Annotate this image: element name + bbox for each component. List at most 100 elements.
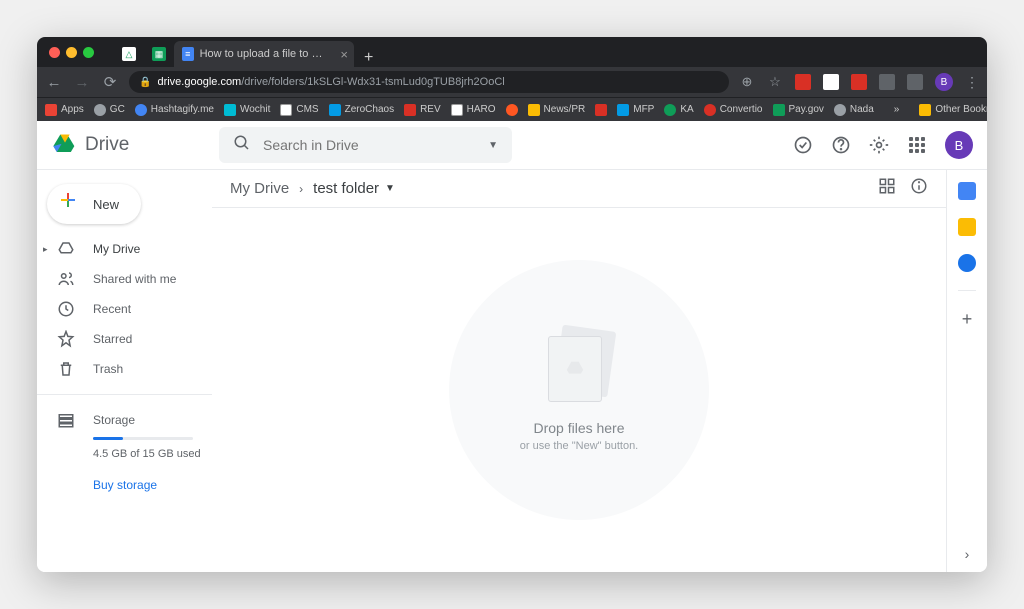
bookmark-haro[interactable]: HARO xyxy=(451,104,496,116)
add-addon-icon[interactable]: + xyxy=(962,309,973,330)
expand-arrow-icon[interactable]: ▸ xyxy=(43,244,48,255)
new-button[interactable]: New xyxy=(47,184,141,224)
calendar-icon[interactable] xyxy=(958,182,976,200)
omnibox[interactable]: 🔒 drive.google.com/drive/folders/1kSLGl-… xyxy=(129,71,729,93)
storage-bar xyxy=(93,437,193,440)
install-icon[interactable]: ⊕ xyxy=(739,74,755,90)
trash-icon xyxy=(57,360,75,378)
search-options-icon[interactable]: ▼ xyxy=(488,140,498,151)
drive-logo-text: Drive xyxy=(85,134,129,156)
side-panel: + › xyxy=(947,170,987,572)
empty-folder-area[interactable]: Drop files here or use the "New" button. xyxy=(212,208,946,572)
bookmark-wochit[interactable]: Wochit xyxy=(224,104,270,116)
nav-shared[interactable]: Shared with me xyxy=(37,264,212,294)
profile-avatar[interactable]: B xyxy=(935,73,953,91)
bookmark-hashtagify[interactable]: Hashtagify.me xyxy=(135,104,214,116)
keep-icon[interactable] xyxy=(958,218,976,236)
buy-storage-link[interactable]: Buy storage xyxy=(93,478,212,492)
search-input[interactable] xyxy=(263,137,476,153)
extension-2-icon[interactable] xyxy=(823,74,839,90)
bookmark-star-icon[interactable]: ☆ xyxy=(767,74,783,90)
window-close-button[interactable] xyxy=(49,47,60,58)
main-area: My Drive › test folder▼ Drop files xyxy=(212,170,947,572)
other-bookmarks[interactable]: Other Bookmarks xyxy=(919,104,987,116)
ready-offline-icon[interactable] xyxy=(793,135,813,155)
bookmark-nada[interactable]: Nada xyxy=(834,104,874,116)
tab-2-active[interactable]: ≡ How to upload a file to Google D × xyxy=(174,41,354,67)
bookmark-newspr[interactable]: News/PR xyxy=(528,104,586,116)
sheets-favicon: ▦ xyxy=(152,47,166,61)
chevron-right-icon: › xyxy=(299,182,303,196)
address-bar: ← → ⟳ 🔒 drive.google.com/drive/folders/1… xyxy=(37,67,987,97)
lock-icon: 🔒 xyxy=(139,77,151,88)
docs-favicon: ≡ xyxy=(182,47,194,61)
bookmark-rev[interactable]: REV xyxy=(404,104,441,116)
tab-close-icon[interactable]: × xyxy=(340,47,348,62)
sidebar-divider xyxy=(37,394,212,395)
favicon-icon xyxy=(451,104,463,116)
extension-1-icon[interactable] xyxy=(795,74,811,90)
favicon-icon xyxy=(773,104,785,116)
bookmark-ka[interactable]: KA xyxy=(664,104,693,116)
browser-window: △ ▦ ≡ How to upload a file to Google D ×… xyxy=(37,37,987,572)
tasks-icon[interactable] xyxy=(958,254,976,272)
bookmark-cms[interactable]: CMS xyxy=(280,104,318,116)
toolbar-right: ⊕ ☆ B ⋮ xyxy=(739,73,979,91)
info-icon[interactable] xyxy=(910,177,928,200)
bookmark-zerochaos[interactable]: ZeroChaos xyxy=(329,104,394,116)
help-icon[interactable] xyxy=(831,135,851,155)
nav-storage[interactable]: Storage xyxy=(57,405,212,435)
forward-button[interactable]: → xyxy=(73,74,91,91)
new-tab-button[interactable]: + xyxy=(354,49,383,67)
nav-starred[interactable]: Starred xyxy=(37,324,212,354)
favicon-icon xyxy=(135,104,147,116)
nav-my-drive[interactable]: ▸ My Drive xyxy=(37,234,212,264)
reload-button[interactable]: ⟳ xyxy=(101,73,119,91)
url-text: drive.google.com/drive/folders/1kSLGl-Wd… xyxy=(157,76,719,88)
bookmark-mfp[interactable]: MFP xyxy=(617,104,654,116)
bookmarks-overflow[interactable]: » xyxy=(894,104,900,115)
bookmark-convertio[interactable]: Convertio xyxy=(704,104,763,116)
bookmark-7[interactable] xyxy=(506,104,518,116)
nav-label: Starred xyxy=(93,332,132,346)
settings-icon[interactable] xyxy=(869,135,889,155)
bookmark-paygov[interactable]: Pay.gov xyxy=(773,104,824,116)
account-avatar[interactable]: B xyxy=(945,131,973,159)
bookmark-9[interactable] xyxy=(595,104,607,116)
breadcrumb-row: My Drive › test folder▼ xyxy=(212,170,946,208)
breadcrumb-root[interactable]: My Drive xyxy=(230,180,289,197)
favicon-icon xyxy=(664,104,676,116)
storage-section: Storage 4.5 GB of 15 GB used Buy storage xyxy=(37,405,212,492)
tab-0[interactable]: △ xyxy=(114,41,144,67)
favicon-icon xyxy=(224,104,236,116)
drive-header: Drive ▼ B xyxy=(37,121,987,169)
google-apps-icon[interactable] xyxy=(907,135,927,155)
extension-3-icon[interactable] xyxy=(851,74,867,90)
window-maximize-button[interactable] xyxy=(83,47,94,58)
extension-4-icon[interactable] xyxy=(879,74,895,90)
nav-trash[interactable]: Trash xyxy=(37,354,212,384)
browser-menu-icon[interactable]: ⋮ xyxy=(965,74,979,91)
drive-logo[interactable]: Drive xyxy=(51,131,211,159)
window-minimize-button[interactable] xyxy=(66,47,77,58)
tab-1[interactable]: ▦ xyxy=(144,41,174,67)
titlebar: △ ▦ ≡ How to upload a file to Google D ×… xyxy=(37,37,987,67)
grid-view-icon[interactable] xyxy=(878,177,896,200)
bookmark-gc[interactable]: GC xyxy=(94,104,125,116)
nav-label: Storage xyxy=(93,413,135,427)
people-icon xyxy=(57,270,75,288)
folder-icon xyxy=(528,104,540,116)
storage-used-text: 4.5 GB of 15 GB used xyxy=(93,448,212,460)
nav-recent[interactable]: Recent xyxy=(37,294,212,324)
nav-list: ▸ My Drive Shared with me Recent S xyxy=(37,234,212,384)
extension-5-icon[interactable] xyxy=(907,74,923,90)
search-box[interactable]: ▼ xyxy=(219,127,512,163)
back-button[interactable]: ← xyxy=(45,74,63,91)
hide-panel-icon[interactable]: › xyxy=(965,546,970,572)
apps-bookmark[interactable]: Apps xyxy=(45,104,84,116)
favicon-icon xyxy=(704,104,716,116)
rail-divider xyxy=(958,290,976,291)
breadcrumb: My Drive › test folder▼ xyxy=(230,180,395,197)
clock-icon xyxy=(57,300,75,318)
breadcrumb-current[interactable]: test folder▼ xyxy=(313,180,395,197)
